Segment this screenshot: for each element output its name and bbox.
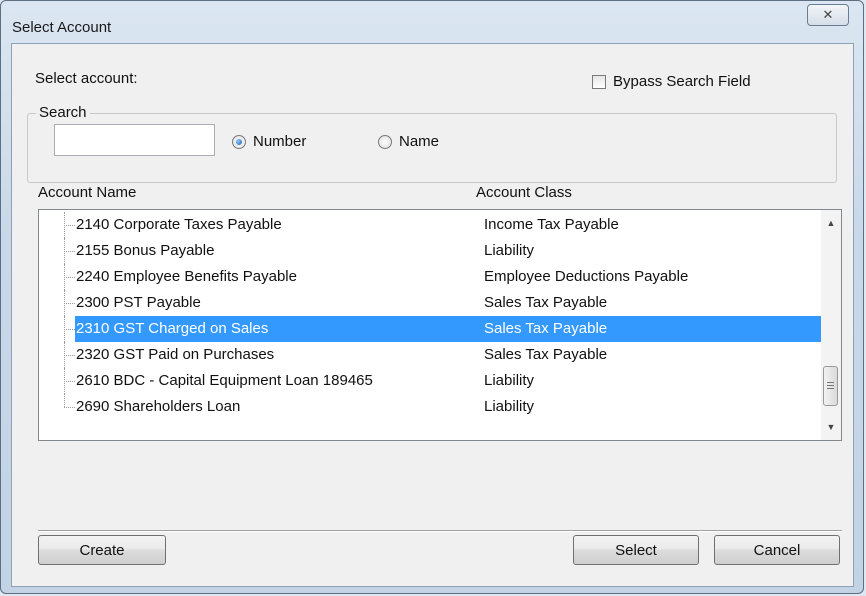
tree-connector [63, 264, 75, 290]
cancel-button[interactable]: Cancel [714, 535, 840, 565]
bypass-checkbox-label: Bypass Search Field [613, 73, 751, 90]
list-item[interactable]: 2610 BDC - Capital Equipment Loan 189465… [39, 368, 821, 394]
tree-connector [63, 212, 75, 238]
tree-connector [63, 394, 75, 420]
select-account-dialog: Select Account ✕ Select account: Bypass … [0, 0, 864, 594]
list-item[interactable]: 2240 Employee Benefits Payable Employee D… [39, 264, 821, 290]
radio-name-circle[interactable] [378, 134, 392, 149]
search-input[interactable] [54, 124, 215, 156]
tree-connector [63, 238, 75, 264]
radio-number[interactable]: Number [232, 133, 306, 150]
account-class-cell: Liability [484, 372, 535, 389]
account-class-cell: Sales Tax Payable [484, 294, 608, 311]
close-icon: ✕ [822, 7, 834, 22]
tree-connector [63, 342, 75, 368]
list-item[interactable]: 2310 GST Charged on Sales Sales Tax Payab… [39, 316, 821, 342]
close-button[interactable]: ✕ [807, 4, 849, 26]
tree-connector [63, 368, 75, 394]
create-button[interactable]: Create [38, 535, 166, 565]
account-name-cell: 2140 Corporate Taxes Payable [76, 216, 282, 233]
window-title: Select Account [12, 19, 112, 36]
dialog-body: Select account: Bypass Search Field Sear… [11, 43, 854, 587]
account-class-cell: Liability [484, 242, 535, 259]
account-class-cell: Employee Deductions Payable [484, 268, 689, 285]
list-item[interactable]: 2155 Bonus Payable Liability [39, 238, 821, 264]
search-group: Search Number Name [27, 104, 837, 183]
account-class-cell: Sales Tax Payable [484, 346, 608, 363]
account-name-cell: 2240 Employee Benefits Payable [76, 268, 297, 285]
title-bar[interactable]: Select Account ✕ [1, 1, 863, 45]
account-class-cell: Sales Tax Payable [484, 320, 608, 337]
account-name-cell: 2310 GST Charged on Sales [76, 320, 269, 337]
radio-number-circle[interactable] [232, 134, 246, 149]
list-item[interactable]: 2320 GST Paid on Purchases Sales Tax Paya… [39, 342, 821, 368]
radio-name[interactable]: Name [378, 133, 439, 150]
list-item[interactable]: 2690 Shareholders Loan Liability [39, 394, 821, 420]
radio-number-label: Number [253, 133, 307, 150]
account-name-cell: 2610 BDC - Capital Equipment Loan 189465 [76, 372, 373, 389]
column-header-account-class[interactable]: Account Class [476, 184, 572, 201]
column-header-account-name[interactable]: Account Name [38, 184, 136, 201]
vertical-scrollbar[interactable]: ▲ ▼ [821, 210, 841, 440]
bypass-search-checkbox[interactable]: Bypass Search Field [592, 73, 751, 90]
list-item[interactable]: 2140 Corporate Taxes Payable Income Tax P… [39, 212, 821, 238]
scroll-thumb[interactable] [823, 366, 838, 406]
select-account-label: Select account: [35, 70, 138, 87]
radio-selected-dot [236, 138, 242, 145]
bypass-checkbox-box[interactable] [592, 74, 606, 89]
button-separator [38, 530, 842, 532]
scroll-down-arrow-icon[interactable]: ▼ [821, 418, 841, 436]
account-name-cell: 2690 Shareholders Loan [76, 398, 241, 415]
search-group-label: Search [36, 104, 90, 121]
account-class-cell: Income Tax Payable [484, 216, 619, 233]
scroll-up-arrow-icon[interactable]: ▲ [821, 214, 841, 232]
account-name-cell: 2300 PST Payable [76, 294, 201, 311]
tree-connector [63, 290, 75, 316]
thumb-grip [827, 388, 834, 389]
radio-name-label: Name [399, 133, 440, 150]
thumb-grip [827, 382, 834, 383]
tree-connector [63, 316, 75, 342]
account-name-cell: 2155 Bonus Payable [76, 242, 215, 259]
list-item[interactable]: 2300 PST Payable Sales Tax Payable [39, 290, 821, 316]
account-name-cell: 2320 GST Paid on Purchases [76, 346, 275, 363]
thumb-grip [827, 385, 834, 386]
select-button[interactable]: Select [573, 535, 699, 565]
account-class-cell: Liability [484, 398, 535, 415]
account-list[interactable]: 2140 Corporate Taxes Payable Income Tax P… [38, 209, 842, 441]
